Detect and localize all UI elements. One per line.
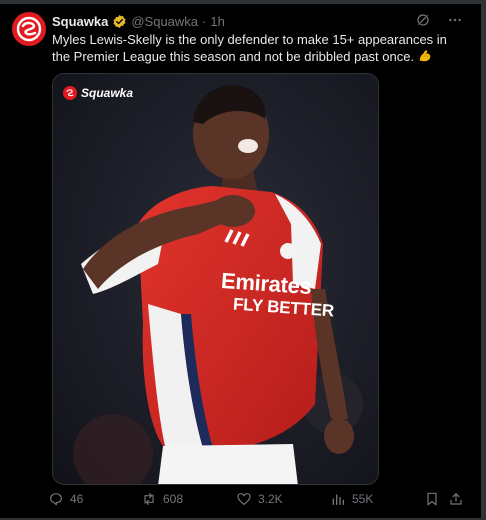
frame-right-border: [481, 0, 486, 520]
repost-count: 608: [163, 492, 184, 506]
flexed-biceps-emoji-icon: [419, 50, 430, 62]
verified-badge-icon[interactable]: [112, 14, 127, 29]
watermark: Squawka: [63, 86, 133, 100]
reply-icon: [50, 493, 62, 506]
share-icon: [450, 493, 462, 505]
tweet-media-image[interactable]: Squawka Emirates FLY BETTER: [52, 73, 379, 485]
more-options-icon[interactable]: [447, 12, 463, 28]
repost-button[interactable]: 608: [141, 491, 183, 507]
like-count: 3.2K: [258, 492, 283, 506]
grok-icon[interactable]: [415, 12, 431, 28]
watermark-text: Squawka: [81, 86, 134, 100]
avatar[interactable]: [12, 12, 46, 46]
bookmark-icon: [427, 492, 437, 506]
player-photo: [53, 74, 378, 484]
display-name[interactable]: Squawka: [52, 14, 108, 29]
tweet-text: Myles Lewis-Skelly is the only defender …: [52, 31, 452, 65]
tweet[interactable]: Squawka @Squawka · 1h Myles Lewis-Skelly…: [0, 4, 481, 518]
tweet-actions: 46 608 3.2K 55K: [48, 491, 468, 511]
timestamp[interactable]: 1h: [210, 14, 224, 29]
analytics-icon: [332, 494, 344, 505]
like-button[interactable]: 3.2K: [236, 491, 283, 507]
heart-icon: [237, 493, 251, 505]
header-actions: [415, 12, 463, 28]
tweet-body: Myles Lewis-Skelly is the only defender …: [52, 32, 447, 64]
view-count: 55K: [352, 492, 374, 506]
repost-icon: [144, 493, 154, 505]
tweet-header: Squawka @Squawka · 1h: [52, 12, 225, 30]
views-button[interactable]: 55K: [330, 491, 373, 507]
handle[interactable]: @Squawka: [131, 14, 198, 29]
squawka-logo-icon: [16, 16, 42, 42]
reply-button[interactable]: 46: [48, 491, 83, 507]
share-button[interactable]: [448, 491, 464, 507]
watermark-logo-icon: [63, 86, 77, 100]
bookmark-button[interactable]: [424, 491, 440, 507]
reply-count: 46: [70, 492, 84, 506]
separator-dot: ·: [202, 13, 207, 29]
